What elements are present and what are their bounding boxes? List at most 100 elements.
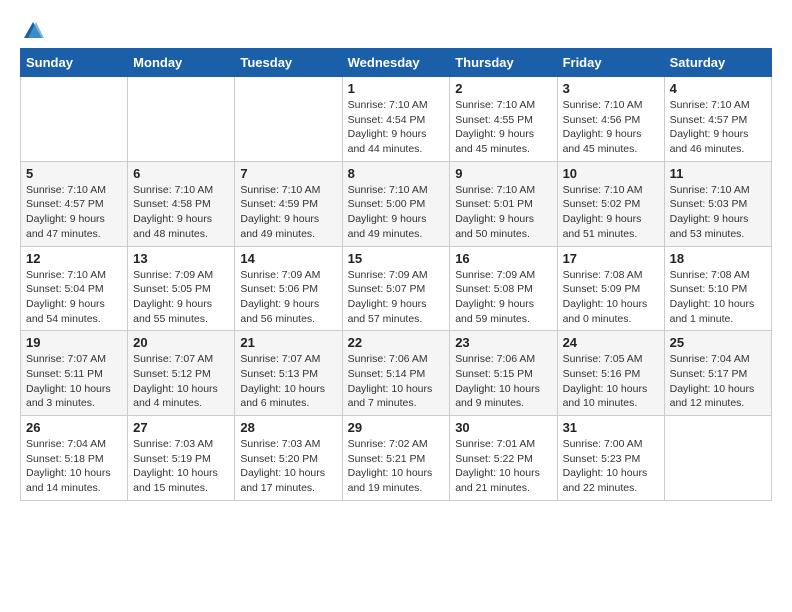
day-number: 27 <box>133 420 229 435</box>
day-number: 1 <box>348 81 445 96</box>
day-number: 18 <box>670 251 766 266</box>
calendar-header-monday: Monday <box>128 49 235 77</box>
calendar-week-row: 1 Sunrise: 7:10 AM Sunset: 4:54 PM Daylig… <box>21 77 772 162</box>
day-info: Sunrise: 7:10 AM Sunset: 4:54 PM Dayligh… <box>348 98 445 157</box>
calendar-cell: 20 Sunrise: 7:07 AM Sunset: 5:12 PM Dayli… <box>128 331 235 416</box>
day-info: Sunrise: 7:10 AM Sunset: 4:57 PM Dayligh… <box>26 183 122 242</box>
day-number: 21 <box>240 335 336 350</box>
calendar-header-friday: Friday <box>557 49 664 77</box>
calendar-cell <box>664 416 771 501</box>
calendar-week-row: 12 Sunrise: 7:10 AM Sunset: 5:04 PM Dayli… <box>21 246 772 331</box>
day-number: 8 <box>348 166 445 181</box>
calendar-week-row: 26 Sunrise: 7:04 AM Sunset: 5:18 PM Dayli… <box>21 416 772 501</box>
day-number: 10 <box>563 166 659 181</box>
day-number: 25 <box>670 335 766 350</box>
calendar-cell: 25 Sunrise: 7:04 AM Sunset: 5:17 PM Dayli… <box>664 331 771 416</box>
day-info: Sunrise: 7:10 AM Sunset: 4:56 PM Dayligh… <box>563 98 659 157</box>
calendar-cell: 14 Sunrise: 7:09 AM Sunset: 5:06 PM Dayli… <box>235 246 342 331</box>
calendar-cell: 24 Sunrise: 7:05 AM Sunset: 5:16 PM Dayli… <box>557 331 664 416</box>
day-number: 15 <box>348 251 445 266</box>
calendar-cell: 31 Sunrise: 7:00 AM Sunset: 5:23 PM Dayli… <box>557 416 664 501</box>
day-info: Sunrise: 7:07 AM Sunset: 5:11 PM Dayligh… <box>26 352 122 411</box>
day-info: Sunrise: 7:09 AM Sunset: 5:08 PM Dayligh… <box>455 268 551 327</box>
day-info: Sunrise: 7:10 AM Sunset: 4:59 PM Dayligh… <box>240 183 336 242</box>
day-info: Sunrise: 7:04 AM Sunset: 5:18 PM Dayligh… <box>26 437 122 496</box>
day-info: Sunrise: 7:10 AM Sunset: 5:00 PM Dayligh… <box>348 183 445 242</box>
calendar-cell: 15 Sunrise: 7:09 AM Sunset: 5:07 PM Dayli… <box>342 246 450 331</box>
day-info: Sunrise: 7:03 AM Sunset: 5:19 PM Dayligh… <box>133 437 229 496</box>
day-number: 16 <box>455 251 551 266</box>
day-number: 7 <box>240 166 336 181</box>
day-info: Sunrise: 7:10 AM Sunset: 4:57 PM Dayligh… <box>670 98 766 157</box>
day-number: 31 <box>563 420 659 435</box>
calendar-cell: 29 Sunrise: 7:02 AM Sunset: 5:21 PM Dayli… <box>342 416 450 501</box>
page-header <box>20 20 772 38</box>
calendar-header-wednesday: Wednesday <box>342 49 450 77</box>
day-info: Sunrise: 7:09 AM Sunset: 5:05 PM Dayligh… <box>133 268 229 327</box>
day-info: Sunrise: 7:09 AM Sunset: 5:07 PM Dayligh… <box>348 268 445 327</box>
day-number: 5 <box>26 166 122 181</box>
calendar-header-thursday: Thursday <box>450 49 557 77</box>
day-info: Sunrise: 7:10 AM Sunset: 5:04 PM Dayligh… <box>26 268 122 327</box>
day-info: Sunrise: 7:07 AM Sunset: 5:12 PM Dayligh… <box>133 352 229 411</box>
calendar-header-row: SundayMondayTuesdayWednesdayThursdayFrid… <box>21 49 772 77</box>
calendar-table: SundayMondayTuesdayWednesdayThursdayFrid… <box>20 48 772 501</box>
day-info: Sunrise: 7:10 AM Sunset: 5:01 PM Dayligh… <box>455 183 551 242</box>
day-info: Sunrise: 7:02 AM Sunset: 5:21 PM Dayligh… <box>348 437 445 496</box>
day-info: Sunrise: 7:03 AM Sunset: 5:20 PM Dayligh… <box>240 437 336 496</box>
calendar-week-row: 5 Sunrise: 7:10 AM Sunset: 4:57 PM Daylig… <box>21 161 772 246</box>
day-number: 26 <box>26 420 122 435</box>
calendar-cell: 30 Sunrise: 7:01 AM Sunset: 5:22 PM Dayli… <box>450 416 557 501</box>
day-number: 12 <box>26 251 122 266</box>
day-info: Sunrise: 7:08 AM Sunset: 5:10 PM Dayligh… <box>670 268 766 327</box>
day-number: 24 <box>563 335 659 350</box>
day-info: Sunrise: 7:01 AM Sunset: 5:22 PM Dayligh… <box>455 437 551 496</box>
day-number: 23 <box>455 335 551 350</box>
day-info: Sunrise: 7:06 AM Sunset: 5:15 PM Dayligh… <box>455 352 551 411</box>
day-number: 29 <box>348 420 445 435</box>
day-number: 22 <box>348 335 445 350</box>
day-number: 11 <box>670 166 766 181</box>
day-info: Sunrise: 7:10 AM Sunset: 5:02 PM Dayligh… <box>563 183 659 242</box>
day-info: Sunrise: 7:00 AM Sunset: 5:23 PM Dayligh… <box>563 437 659 496</box>
calendar-cell: 8 Sunrise: 7:10 AM Sunset: 5:00 PM Daylig… <box>342 161 450 246</box>
day-info: Sunrise: 7:05 AM Sunset: 5:16 PM Dayligh… <box>563 352 659 411</box>
calendar-cell: 5 Sunrise: 7:10 AM Sunset: 4:57 PM Daylig… <box>21 161 128 246</box>
calendar-header-tuesday: Tuesday <box>235 49 342 77</box>
day-number: 13 <box>133 251 229 266</box>
calendar-cell: 6Sunrise: 7:10 AM Sunset: 4:58 PM Daylig… <box>128 161 235 246</box>
calendar-cell <box>128 77 235 162</box>
day-number: 20 <box>133 335 229 350</box>
day-info: Sunrise: 7:10 AM Sunset: 4:55 PM Dayligh… <box>455 98 551 157</box>
calendar-cell: 7 Sunrise: 7:10 AM Sunset: 4:59 PM Daylig… <box>235 161 342 246</box>
calendar-cell: 18 Sunrise: 7:08 AM Sunset: 5:10 PM Dayli… <box>664 246 771 331</box>
calendar-cell: 4 Sunrise: 7:10 AM Sunset: 4:57 PM Daylig… <box>664 77 771 162</box>
day-info: Sunrise: 7:07 AM Sunset: 5:13 PM Dayligh… <box>240 352 336 411</box>
day-number: 30 <box>455 420 551 435</box>
calendar-cell: 1 Sunrise: 7:10 AM Sunset: 4:54 PM Daylig… <box>342 77 450 162</box>
calendar-cell: 22Sunrise: 7:06 AM Sunset: 5:14 PM Dayli… <box>342 331 450 416</box>
day-number: 28 <box>240 420 336 435</box>
calendar-cell: 9 Sunrise: 7:10 AM Sunset: 5:01 PM Daylig… <box>450 161 557 246</box>
calendar-header-saturday: Saturday <box>664 49 771 77</box>
day-number: 4 <box>670 81 766 96</box>
calendar-cell: 3 Sunrise: 7:10 AM Sunset: 4:56 PM Daylig… <box>557 77 664 162</box>
day-number: 14 <box>240 251 336 266</box>
calendar-cell: 12 Sunrise: 7:10 AM Sunset: 5:04 PM Dayli… <box>21 246 128 331</box>
logo-icon <box>22 20 44 42</box>
day-number: 3 <box>563 81 659 96</box>
day-info: Sunrise: 7:10 AM Sunset: 5:03 PM Dayligh… <box>670 183 766 242</box>
calendar-week-row: 19 Sunrise: 7:07 AM Sunset: 5:11 PM Dayli… <box>21 331 772 416</box>
calendar-cell: 10 Sunrise: 7:10 AM Sunset: 5:02 PM Dayli… <box>557 161 664 246</box>
calendar-cell: 28 Sunrise: 7:03 AM Sunset: 5:20 PM Dayli… <box>235 416 342 501</box>
day-number: 9 <box>455 166 551 181</box>
day-info: Sunrise: 7:09 AM Sunset: 5:06 PM Dayligh… <box>240 268 336 327</box>
day-info: Sunrise: 7:04 AM Sunset: 5:17 PM Dayligh… <box>670 352 766 411</box>
logo <box>20 20 46 38</box>
day-number: 17 <box>563 251 659 266</box>
calendar-cell: 13 Sunrise: 7:09 AM Sunset: 5:05 PM Dayli… <box>128 246 235 331</box>
day-number: 19 <box>26 335 122 350</box>
day-info: Sunrise: 7:10 AM Sunset: 4:58 PM Dayligh… <box>133 183 229 242</box>
calendar-cell <box>235 77 342 162</box>
calendar-cell: 2Sunrise: 7:10 AM Sunset: 4:55 PM Daylig… <box>450 77 557 162</box>
